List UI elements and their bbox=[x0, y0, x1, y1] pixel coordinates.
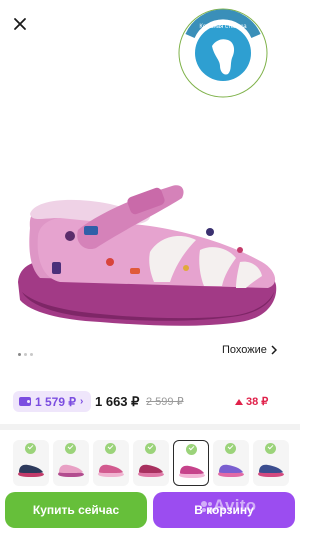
variant-thumbnail[interactable] bbox=[133, 440, 169, 486]
arrow-up-icon bbox=[235, 398, 243, 405]
color-variants bbox=[0, 440, 300, 488]
similar-label: Похожие bbox=[222, 344, 267, 356]
check-icon bbox=[105, 443, 116, 454]
check-icon bbox=[25, 443, 36, 454]
cashback-badge[interactable]: 38 ₽ bbox=[235, 395, 268, 408]
variant-thumbnail[interactable] bbox=[53, 440, 89, 486]
variant-shoe-image bbox=[18, 464, 44, 477]
wallet-price-pill[interactable]: 1 579 ₽ › bbox=[13, 391, 92, 412]
check-icon bbox=[186, 444, 197, 455]
price-row: 1 579 ₽ › 1 663 ₽ 2 599 ₽ 38 ₽ bbox=[0, 387, 300, 417]
pagination-dot bbox=[24, 353, 27, 356]
similar-items-link[interactable]: Похожие bbox=[222, 344, 277, 356]
variant-thumbnail[interactable] bbox=[93, 440, 129, 486]
chevron-right-icon bbox=[271, 345, 277, 355]
variant-thumbnail[interactable] bbox=[173, 440, 209, 486]
variant-shoe-image bbox=[258, 464, 284, 477]
variant-shoe-image bbox=[179, 465, 205, 478]
variant-shoe-image bbox=[138, 464, 164, 477]
wallet-price: 1 579 ₽ bbox=[35, 394, 76, 409]
buy-now-button[interactable]: Купить сейчас bbox=[5, 492, 147, 528]
variant-thumbnail[interactable] bbox=[13, 440, 49, 486]
pagination-dot bbox=[18, 353, 21, 356]
check-icon bbox=[225, 443, 236, 454]
cashback-amount: 38 ₽ bbox=[246, 396, 269, 408]
close-icon bbox=[14, 18, 26, 30]
check-icon bbox=[65, 443, 76, 454]
section-divider bbox=[0, 424, 300, 430]
variant-thumbnail[interactable] bbox=[253, 440, 289, 486]
pagination-dot bbox=[30, 353, 33, 356]
insole-feature-badge: Кожаная стелька bbox=[178, 8, 268, 98]
variant-shoe-image bbox=[218, 464, 244, 477]
old-price: 2 599 ₽ bbox=[146, 396, 184, 408]
wallet-icon bbox=[19, 397, 31, 406]
gallery-pagination bbox=[18, 353, 33, 356]
variant-shoe-image bbox=[98, 464, 124, 477]
chevron-right-icon: › bbox=[80, 396, 84, 407]
check-icon bbox=[265, 443, 276, 454]
check-icon bbox=[145, 443, 156, 454]
variant-shoe-image bbox=[58, 464, 84, 477]
regular-price: 1 663 ₽ bbox=[95, 394, 140, 409]
watermark: Avito bbox=[213, 496, 257, 515]
badge-arc-text: Кожаная стелька bbox=[199, 24, 247, 30]
variant-thumbnail[interactable] bbox=[213, 440, 249, 486]
avito-logo-icon bbox=[201, 501, 213, 513]
back-button[interactable] bbox=[8, 12, 32, 36]
